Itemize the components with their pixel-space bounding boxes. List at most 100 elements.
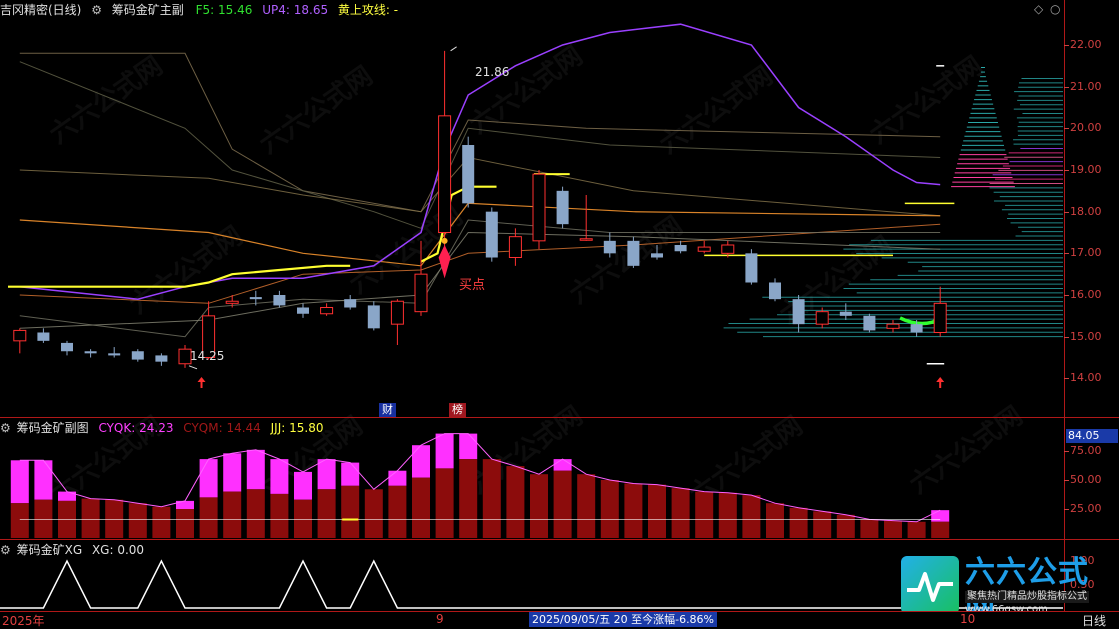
cyqm-bar (860, 519, 878, 538)
divider-sub1-sub2 (0, 539, 1119, 540)
sub1-bar (624, 483, 642, 538)
sub1-bar (105, 500, 123, 538)
period-label[interactable]: 日线 (1082, 612, 1106, 629)
candle (273, 291, 285, 308)
divider-main-sub1 (0, 417, 1119, 418)
candle-body (108, 353, 120, 355)
cyqm-value: CYQM: 14.44 (183, 421, 261, 435)
candle (439, 51, 451, 254)
cyqm-bar (200, 497, 218, 538)
cyqk-bar (412, 445, 430, 477)
sub1-bar (931, 510, 949, 538)
logo-slogan: 聚焦热门精品炒股指标公式 (965, 591, 1089, 603)
sub1-bar (412, 445, 430, 538)
price-tick-label: 15.00 (1070, 330, 1118, 343)
candle-body (391, 301, 403, 324)
sub1-bar (294, 472, 312, 538)
candle-body (651, 253, 663, 257)
candle-body (722, 245, 734, 253)
cyqm-bar (884, 521, 902, 538)
cyqk-bar (554, 459, 572, 471)
candle (391, 299, 403, 345)
sub1-tick (1064, 480, 1069, 481)
gear-icon[interactable]: ⚙ (0, 421, 11, 435)
sub1-bar (601, 480, 619, 538)
candle-body (250, 297, 262, 299)
candle-body (675, 245, 687, 251)
f5-value: F5: 15.46 (196, 3, 253, 17)
cyqm-bar (34, 500, 52, 538)
yellow-attack-line (8, 266, 350, 287)
candle-body (61, 343, 73, 351)
sub1-bar (129, 503, 147, 538)
cyqm-bar (837, 515, 855, 538)
sub1-bar (766, 503, 784, 538)
gear-icon[interactable]: ⚙ (91, 3, 102, 17)
sub1-bar (790, 508, 808, 538)
candle (37, 328, 49, 343)
candle-body (627, 241, 639, 266)
cyqm-bar (388, 486, 406, 538)
candle (934, 287, 946, 337)
price-tick-label: 20.00 (1070, 121, 1118, 134)
candle-body (462, 145, 474, 203)
candle-body (557, 191, 569, 224)
gear-icon[interactable]: ⚙ (0, 543, 11, 557)
candle-body (226, 301, 238, 303)
cyqk-bar (270, 459, 288, 494)
sub1-bar (82, 499, 100, 538)
month-9-label: 9 (436, 612, 444, 626)
year-label: 2025年 (2, 612, 45, 629)
sub1-bar (365, 489, 383, 538)
sub1-bar (648, 485, 666, 538)
circle-icon[interactable]: ○ (1050, 2, 1060, 16)
price-tick-label: 14.00 (1070, 371, 1118, 384)
cyqm-bar (412, 478, 430, 538)
candle (85, 349, 97, 357)
finance-tag[interactable]: 财 (379, 403, 396, 417)
price-tick (1064, 87, 1069, 88)
main-price-chart[interactable] (0, 0, 1064, 408)
jjj-value: JJJ: 15.80 (271, 421, 324, 435)
sub1-bar (577, 474, 595, 538)
candle-body (85, 351, 97, 353)
cyqm-bar (742, 495, 760, 538)
candle (415, 241, 427, 316)
price-tick-label: 16.00 (1070, 288, 1118, 301)
cyqm-bar (483, 459, 501, 538)
candle-body (37, 333, 49, 341)
sub1-bar (837, 515, 855, 538)
candle-body (14, 330, 26, 340)
cyqm-bar (436, 468, 454, 538)
sub2-title[interactable]: 筹码金矿XG (17, 543, 83, 557)
sub1-bar (58, 492, 76, 538)
diamond-icon[interactable]: ◇ (1034, 2, 1043, 16)
candle-body (297, 308, 309, 314)
candle (533, 170, 545, 249)
sub1-bar (506, 466, 524, 538)
candle (14, 328, 26, 353)
candle-body (816, 312, 828, 325)
sub1-bar (318, 459, 336, 538)
cyqm-bar (506, 466, 524, 538)
cyqm-bar (719, 493, 737, 538)
sub1-title[interactable]: 筹码金矿副图 (17, 421, 89, 435)
candle (297, 303, 309, 318)
up4-value: UP4: 18.65 (262, 3, 328, 17)
logo-mark-icon (901, 556, 959, 614)
cyqm-bar (624, 483, 642, 538)
ranking-tag[interactable]: 榜 (449, 403, 466, 417)
cyqk-bar (247, 450, 265, 489)
candle-body (486, 212, 498, 258)
price-tick-label: 18.00 (1070, 205, 1118, 218)
cyqm-bar (341, 486, 359, 538)
sub1-bar (388, 471, 406, 538)
indicator-name[interactable]: 筹码金矿主副 (112, 3, 184, 17)
cyqm-bar (554, 471, 572, 538)
cyqm-bar (176, 509, 194, 538)
time-axis-bar: 2025年 9 2025/09/05/五 20 至今涨幅-6.86% 10 日线 (0, 611, 1119, 629)
price-tick-label: 17.00 (1070, 246, 1118, 259)
candle (108, 347, 120, 357)
price-tick-label: 19.00 (1070, 163, 1118, 176)
stock-name[interactable]: 吉冈精密(日线) (0, 3, 81, 17)
